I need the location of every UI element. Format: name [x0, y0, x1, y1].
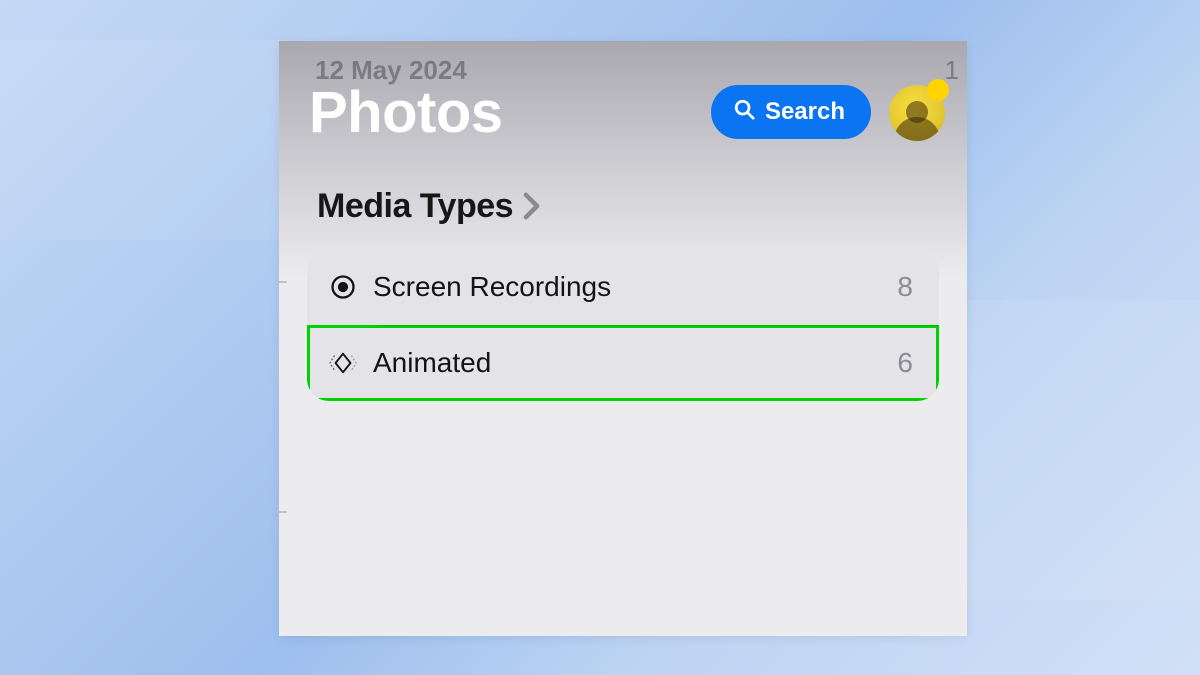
search-button[interactable]: Search — [711, 85, 871, 139]
background-count: 1 — [945, 55, 959, 86]
page-title: Photos — [309, 79, 503, 146]
record-icon — [329, 273, 373, 301]
panel-edge-mark — [279, 511, 287, 513]
row-count: 6 — [897, 347, 913, 379]
media-types-list: Screen Recordings 8 Animated 6 — [307, 249, 939, 401]
photos-panel: 12 May 2024 1 Photos Search Media Types — [279, 41, 967, 636]
row-count: 8 — [897, 271, 913, 303]
notification-badge — [927, 79, 949, 101]
row-label: Screen Recordings — [373, 271, 897, 303]
media-type-row-screen-recordings[interactable]: Screen Recordings 8 — [307, 249, 939, 325]
search-icon — [733, 98, 755, 127]
media-types-header[interactable]: Media Types — [317, 187, 540, 226]
media-type-row-animated[interactable]: Animated 6 — [307, 325, 939, 401]
search-label: Search — [765, 98, 845, 126]
animated-icon — [329, 349, 373, 377]
chevron-right-icon — [523, 188, 540, 225]
panel-edge-mark — [279, 281, 287, 283]
section-title: Media Types — [317, 187, 513, 226]
row-label: Animated — [373, 347, 897, 379]
